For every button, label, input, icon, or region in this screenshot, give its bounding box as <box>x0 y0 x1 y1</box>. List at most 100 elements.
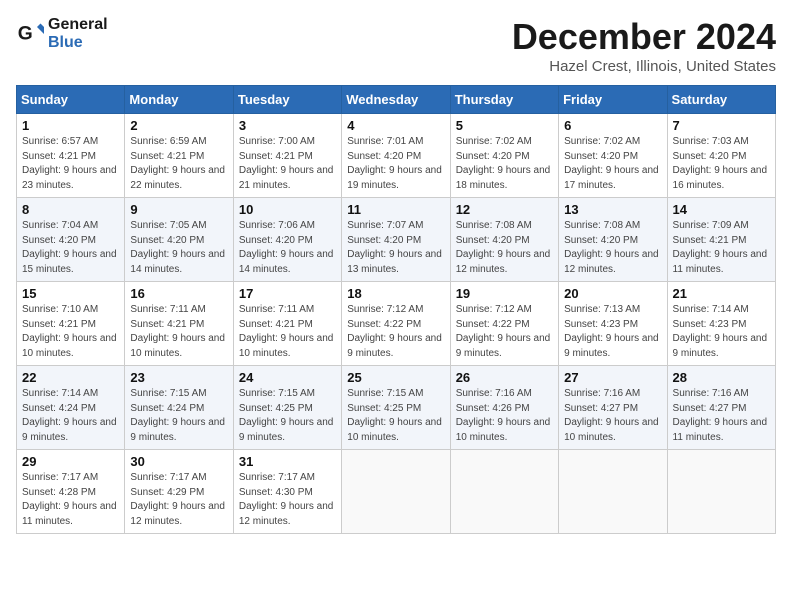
day-number: 26 <box>456 370 553 385</box>
day-number: 31 <box>239 454 336 469</box>
day-number: 19 <box>456 286 553 301</box>
weekday-header-thursday: Thursday <box>450 86 558 114</box>
day-detail: Sunrise: 7:08 AMSunset: 4:20 PMDaylight:… <box>564 220 659 275</box>
page-header: G General Blue December 2024 Hazel Crest… <box>16 16 776 75</box>
calendar-cell <box>342 450 450 534</box>
day-detail: Sunrise: 7:11 AMSunset: 4:21 PMDaylight:… <box>130 304 225 359</box>
calendar-body: 1 Sunrise: 6:57 AMSunset: 4:21 PMDayligh… <box>17 114 776 534</box>
calendar-cell: 17 Sunrise: 7:11 AMSunset: 4:21 PMDaylig… <box>233 282 341 366</box>
day-number: 14 <box>673 202 770 217</box>
day-detail: Sunrise: 7:11 AMSunset: 4:21 PMDaylight:… <box>239 304 334 359</box>
weekday-header-tuesday: Tuesday <box>233 86 341 114</box>
calendar-cell: 14 Sunrise: 7:09 AMSunset: 4:21 PMDaylig… <box>667 198 775 282</box>
day-number: 8 <box>22 202 119 217</box>
day-number: 22 <box>22 370 119 385</box>
day-number: 2 <box>130 118 227 133</box>
day-number: 24 <box>239 370 336 385</box>
calendar-cell: 29 Sunrise: 7:17 AMSunset: 4:28 PMDaylig… <box>17 450 125 534</box>
calendar-cell: 24 Sunrise: 7:15 AMSunset: 4:25 PMDaylig… <box>233 366 341 450</box>
calendar-cell: 13 Sunrise: 7:08 AMSunset: 4:20 PMDaylig… <box>559 198 667 282</box>
day-detail: Sunrise: 7:02 AMSunset: 4:20 PMDaylight:… <box>456 136 551 191</box>
calendar-header-row: SundayMondayTuesdayWednesdayThursdayFrid… <box>17 86 776 114</box>
calendar-cell: 23 Sunrise: 7:15 AMSunset: 4:24 PMDaylig… <box>125 366 233 450</box>
weekday-header-friday: Friday <box>559 86 667 114</box>
calendar-cell: 6 Sunrise: 7:02 AMSunset: 4:20 PMDayligh… <box>559 114 667 198</box>
day-detail: Sunrise: 7:14 AMSunset: 4:24 PMDaylight:… <box>22 388 117 443</box>
calendar-cell: 11 Sunrise: 7:07 AMSunset: 4:20 PMDaylig… <box>342 198 450 282</box>
day-detail: Sunrise: 7:15 AMSunset: 4:25 PMDaylight:… <box>347 388 442 443</box>
day-number: 28 <box>673 370 770 385</box>
day-detail: Sunrise: 7:12 AMSunset: 4:22 PMDaylight:… <box>456 304 551 359</box>
calendar-cell: 1 Sunrise: 6:57 AMSunset: 4:21 PMDayligh… <box>17 114 125 198</box>
weekday-header-wednesday: Wednesday <box>342 86 450 114</box>
day-detail: Sunrise: 7:16 AMSunset: 4:27 PMDaylight:… <box>564 388 659 443</box>
day-detail: Sunrise: 7:04 AMSunset: 4:20 PMDaylight:… <box>22 220 117 275</box>
day-number: 9 <box>130 202 227 217</box>
day-number: 15 <box>22 286 119 301</box>
weekday-header-saturday: Saturday <box>667 86 775 114</box>
day-number: 21 <box>673 286 770 301</box>
calendar-cell: 30 Sunrise: 7:17 AMSunset: 4:29 PMDaylig… <box>125 450 233 534</box>
day-number: 27 <box>564 370 661 385</box>
day-number: 3 <box>239 118 336 133</box>
day-number: 12 <box>456 202 553 217</box>
day-detail: Sunrise: 7:16 AMSunset: 4:26 PMDaylight:… <box>456 388 551 443</box>
day-detail: Sunrise: 7:10 AMSunset: 4:21 PMDaylight:… <box>22 304 117 359</box>
calendar-cell: 16 Sunrise: 7:11 AMSunset: 4:21 PMDaylig… <box>125 282 233 366</box>
svg-text:G: G <box>18 23 33 44</box>
day-number: 23 <box>130 370 227 385</box>
day-number: 30 <box>130 454 227 469</box>
logo: G General Blue <box>16 16 108 52</box>
calendar-cell: 27 Sunrise: 7:16 AMSunset: 4:27 PMDaylig… <box>559 366 667 450</box>
day-detail: Sunrise: 7:08 AMSunset: 4:20 PMDaylight:… <box>456 220 551 275</box>
weekday-header-sunday: Sunday <box>17 86 125 114</box>
calendar-cell: 3 Sunrise: 7:00 AMSunset: 4:21 PMDayligh… <box>233 114 341 198</box>
calendar-week-row: 1 Sunrise: 6:57 AMSunset: 4:21 PMDayligh… <box>17 114 776 198</box>
weekday-header-monday: Monday <box>125 86 233 114</box>
title-area: December 2024 Hazel Crest, Illinois, Uni… <box>512 16 776 75</box>
calendar-week-row: 8 Sunrise: 7:04 AMSunset: 4:20 PMDayligh… <box>17 198 776 282</box>
day-number: 17 <box>239 286 336 301</box>
calendar-cell: 15 Sunrise: 7:10 AMSunset: 4:21 PMDaylig… <box>17 282 125 366</box>
calendar-week-row: 15 Sunrise: 7:10 AMSunset: 4:21 PMDaylig… <box>17 282 776 366</box>
day-detail: Sunrise: 6:59 AMSunset: 4:21 PMDaylight:… <box>130 136 225 191</box>
calendar-cell: 7 Sunrise: 7:03 AMSunset: 4:20 PMDayligh… <box>667 114 775 198</box>
day-detail: Sunrise: 7:17 AMSunset: 4:28 PMDaylight:… <box>22 472 117 527</box>
calendar-cell: 28 Sunrise: 7:16 AMSunset: 4:27 PMDaylig… <box>667 366 775 450</box>
calendar-cell: 22 Sunrise: 7:14 AMSunset: 4:24 PMDaylig… <box>17 366 125 450</box>
day-detail: Sunrise: 7:06 AMSunset: 4:20 PMDaylight:… <box>239 220 334 275</box>
day-number: 6 <box>564 118 661 133</box>
day-number: 13 <box>564 202 661 217</box>
day-number: 16 <box>130 286 227 301</box>
calendar-cell <box>450 450 558 534</box>
day-detail: Sunrise: 7:17 AMSunset: 4:30 PMDaylight:… <box>239 472 334 527</box>
day-detail: Sunrise: 7:14 AMSunset: 4:23 PMDaylight:… <box>673 304 768 359</box>
day-detail: Sunrise: 7:15 AMSunset: 4:25 PMDaylight:… <box>239 388 334 443</box>
calendar-cell: 9 Sunrise: 7:05 AMSunset: 4:20 PMDayligh… <box>125 198 233 282</box>
day-detail: Sunrise: 7:15 AMSunset: 4:24 PMDaylight:… <box>130 388 225 443</box>
calendar-week-row: 29 Sunrise: 7:17 AMSunset: 4:28 PMDaylig… <box>17 450 776 534</box>
day-number: 20 <box>564 286 661 301</box>
day-detail: Sunrise: 7:03 AMSunset: 4:20 PMDaylight:… <box>673 136 768 191</box>
month-title: December 2024 <box>512 16 776 58</box>
calendar-cell: 8 Sunrise: 7:04 AMSunset: 4:20 PMDayligh… <box>17 198 125 282</box>
logo-text: General Blue <box>48 16 108 52</box>
calendar-cell: 5 Sunrise: 7:02 AMSunset: 4:20 PMDayligh… <box>450 114 558 198</box>
day-number: 29 <box>22 454 119 469</box>
day-detail: Sunrise: 7:05 AMSunset: 4:20 PMDaylight:… <box>130 220 225 275</box>
day-detail: Sunrise: 7:12 AMSunset: 4:22 PMDaylight:… <box>347 304 442 359</box>
calendar-cell: 31 Sunrise: 7:17 AMSunset: 4:30 PMDaylig… <box>233 450 341 534</box>
calendar-cell <box>559 450 667 534</box>
calendar-cell: 18 Sunrise: 7:12 AMSunset: 4:22 PMDaylig… <box>342 282 450 366</box>
calendar-week-row: 22 Sunrise: 7:14 AMSunset: 4:24 PMDaylig… <box>17 366 776 450</box>
day-number: 5 <box>456 118 553 133</box>
day-number: 18 <box>347 286 444 301</box>
calendar-table: SundayMondayTuesdayWednesdayThursdayFrid… <box>16 85 776 534</box>
calendar-cell: 19 Sunrise: 7:12 AMSunset: 4:22 PMDaylig… <box>450 282 558 366</box>
day-number: 25 <box>347 370 444 385</box>
calendar-cell: 25 Sunrise: 7:15 AMSunset: 4:25 PMDaylig… <box>342 366 450 450</box>
day-detail: Sunrise: 7:16 AMSunset: 4:27 PMDaylight:… <box>673 388 768 443</box>
calendar-cell: 4 Sunrise: 7:01 AMSunset: 4:20 PMDayligh… <box>342 114 450 198</box>
day-number: 11 <box>347 202 444 217</box>
day-detail: Sunrise: 7:00 AMSunset: 4:21 PMDaylight:… <box>239 136 334 191</box>
